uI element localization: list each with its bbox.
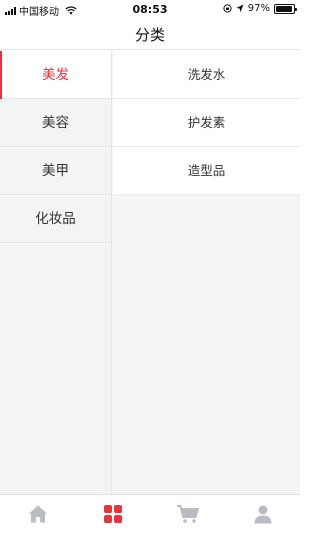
subcategory-shampoo[interactable]: 洗发水 bbox=[113, 51, 300, 99]
sidebar-item-beauty[interactable]: 美容 bbox=[0, 99, 111, 147]
nav-bar: 分类 bbox=[0, 18, 300, 50]
category-sidebar: 美发 美容 美甲 化妆品 bbox=[0, 51, 112, 494]
sidebar-item-label: 美容 bbox=[42, 115, 69, 131]
category-grid-icon bbox=[103, 505, 122, 523]
active-indicator bbox=[0, 51, 2, 99]
orientation-lock-icon bbox=[223, 4, 232, 13]
subcategory-label: 洗发水 bbox=[187, 67, 226, 82]
sidebar-item-label: 美发 bbox=[42, 67, 69, 83]
status-right: 97% bbox=[223, 3, 297, 14]
page-title: 分类 bbox=[134, 26, 165, 44]
subcategory-list: 洗发水 护发素 造型品 bbox=[113, 51, 300, 195]
battery-level bbox=[276, 5, 293, 12]
battery-icon bbox=[274, 3, 297, 14]
category-content: 美发 美容 美甲 化妆品 洗发水 护发素 造型品 bbox=[0, 51, 300, 494]
sidebar-item-label: 美甲 bbox=[42, 163, 69, 179]
subcategory-styling[interactable]: 造型品 bbox=[113, 147, 300, 195]
sidebar-item-hair[interactable]: 美发 bbox=[0, 51, 111, 99]
subcategory-label: 护发素 bbox=[187, 115, 226, 130]
sidebar-item-label: 化妆品 bbox=[35, 211, 76, 227]
location-arrow-icon bbox=[236, 4, 244, 13]
battery-percent: 97% bbox=[247, 3, 270, 14]
cart-icon bbox=[176, 505, 199, 523]
tab-bar bbox=[0, 494, 300, 533]
tab-cart[interactable] bbox=[150, 495, 225, 533]
tab-category[interactable] bbox=[75, 495, 150, 533]
subcategory-conditioner[interactable]: 护发素 bbox=[113, 99, 300, 147]
status-bar: 中国移动 08:53 97% bbox=[0, 0, 300, 18]
tab-home[interactable] bbox=[0, 495, 75, 533]
home-icon bbox=[28, 505, 47, 523]
sidebar-item-cosmetics[interactable]: 化妆品 bbox=[0, 195, 111, 243]
user-icon bbox=[254, 505, 271, 524]
tab-profile[interactable] bbox=[225, 495, 300, 533]
sidebar-item-nails[interactable]: 美甲 bbox=[0, 147, 111, 195]
subcategory-label: 造型品 bbox=[187, 163, 226, 178]
